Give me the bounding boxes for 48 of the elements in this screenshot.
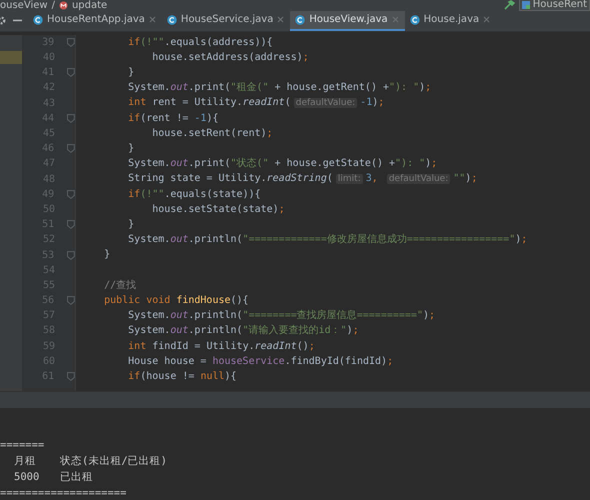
code-line: if(rent != -1){ — [127, 112, 218, 126]
editor-tab[interactable]: HouseView.java — [290, 10, 405, 31]
breadcrumb-separator: / — [52, 0, 55, 11]
close-icon — [148, 16, 156, 24]
code-line: house.setRent(rent); — [151, 126, 273, 141]
breadcrumb-item[interactable]: ouseView — [0, 0, 48, 11]
code-line: public void findHouse(){ — [103, 294, 249, 308]
code-line: if(!"".equals(address)){ — [127, 36, 273, 50]
editor-tab[interactable]: HouseService.java — [162, 10, 290, 31]
breadcrumb-item[interactable]: update — [72, 0, 108, 11]
editor-tab[interactable]: House.java — [404, 10, 496, 31]
console-output: 已出租 — [60, 470, 94, 484]
console-output: ======= — [0, 438, 46, 452]
minimize-icon — [13, 19, 22, 22]
console-output: ==================== — [0, 486, 128, 500]
hammer-icon — [502, 0, 515, 10]
close-icon — [392, 16, 399, 24]
code-line: } — [127, 66, 134, 80]
code-line: House house = houseService.findById(findId); — [127, 354, 394, 369]
application-icon — [522, 0, 530, 9]
code-line: } — [127, 218, 134, 232]
code-line: System.out.println("请输入要查找的id："); — [127, 324, 359, 338]
editor-tab[interactable]: HouseRentApp.java — [28, 10, 162, 31]
class-icon — [295, 14, 306, 25]
code-line: System.out.print("租金(" + house.getRent() +"): "); — [127, 81, 432, 96]
console-output: 月租 — [13, 454, 37, 468]
class-icon — [166, 14, 177, 25]
code-line: if(!"".equals(state)){ — [127, 188, 261, 202]
code-line: if(house != null){ — [127, 370, 237, 384]
code-line: house.setState(state); — [151, 202, 285, 217]
code-line: int findId = Utility.readInt(); — [127, 340, 315, 354]
console-output: 状态(未出租/已出租) — [60, 454, 167, 468]
code-line: //查找 — [103, 278, 136, 293]
class-icon — [410, 14, 420, 25]
code-line: house.setAddress(address); — [151, 51, 309, 66]
close-icon — [483, 16, 490, 24]
close-icon — [277, 16, 284, 24]
console-output: 5000 — [13, 470, 40, 484]
method-icon — [58, 0, 68, 10]
class-icon — [33, 14, 43, 25]
code-line: System.out.print("状态(" + house.getState() +"): "); — [127, 156, 438, 172]
code-line: } — [103, 248, 110, 262]
code-line: String state = Utility.readString( limit: 3, defaultValue: ""); — [127, 172, 478, 186]
code-line: System.out.println("=============修改房屋信息成功================="); — [127, 232, 528, 248]
run-config-selector[interactable]: HouseRent — [518, 0, 590, 11]
code-line: int rent = Utility.readInt( defaultValue: -1); — [127, 96, 384, 110]
code-line: System.out.println("========查找房屋信息=========="); — [127, 308, 436, 324]
code-line: } — [127, 142, 134, 156]
